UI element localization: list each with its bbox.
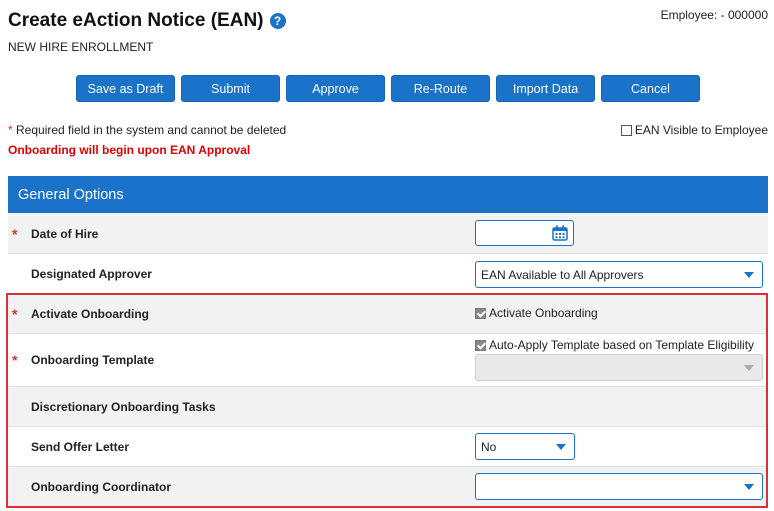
page-title-text: Create eAction Notice (EAN) <box>8 10 264 31</box>
date-of-hire-input[interactable] <box>475 220 574 246</box>
ean-visible-label: EAN Visible to Employee <box>634 123 768 137</box>
row-designated-approver: Designated Approver EAN Available to All… <box>8 254 768 294</box>
auto-apply-template-checkbox[interactable]: Auto-Apply Template based on Template El… <box>475 338 754 352</box>
activate-onboarding-checkbox[interactable]: Activate Onboarding <box>475 306 598 320</box>
row-discretionary-tasks: Discretionary Onboarding Tasks <box>8 387 768 427</box>
chevron-down-icon[interactable] <box>556 444 566 450</box>
discretionary-tasks-label: Discretionary Onboarding Tasks <box>31 400 216 414</box>
chevron-down-icon[interactable] <box>744 484 754 490</box>
required-field-note: * Required field in the system and canno… <box>8 123 286 137</box>
onboarding-template-select[interactable] <box>475 354 763 381</box>
re-route-button[interactable]: Re-Route <box>391 75 490 102</box>
activate-onboarding-label: Activate Onboarding <box>31 307 150 321</box>
checkbox-icon[interactable] <box>475 339 486 351</box>
approve-button[interactable]: Approve <box>286 75 385 102</box>
chevron-down-icon[interactable] <box>744 365 754 371</box>
date-of-hire-label: Date of Hire <box>31 227 99 241</box>
row-activate-onboarding: * Activate Onboarding Activate Onboardin… <box>8 294 768 334</box>
designated-approver-value: EAN Available to All Approvers <box>481 267 644 282</box>
save-as-draft-button[interactable]: Save as Draft <box>76 75 175 102</box>
required-star: * <box>12 306 18 322</box>
onboarding-coordinator-select[interactable] <box>475 473 763 500</box>
designated-approver-select[interactable]: EAN Available to All Approvers <box>475 261 763 288</box>
help-icon[interactable]: ? <box>269 13 286 29</box>
checkbox-icon[interactable] <box>475 307 486 319</box>
checkbox-icon[interactable] <box>620 124 632 136</box>
ean-visible-checkbox[interactable]: EAN Visible to Employee <box>620 123 768 137</box>
page-title: Create eAction Notice (EAN) ? <box>8 10 286 32</box>
row-date-of-hire: * Date of Hire <box>8 213 768 254</box>
chevron-down-icon[interactable] <box>744 272 754 278</box>
onboarding-coordinator-label: Onboarding Coordinator <box>31 480 171 494</box>
action-toolbar: Save as Draft Submit Approve Re-Route Im… <box>76 75 700 102</box>
send-offer-letter-label: Send Offer Letter <box>31 440 130 454</box>
page-subtitle: NEW HIRE ENROLLMENT <box>8 40 154 54</box>
send-offer-letter-value: No <box>481 439 497 454</box>
row-onboarding-coordinator: Onboarding Coordinator <box>8 467 768 507</box>
activate-onboarding-checkbox-label: Activate Onboarding <box>489 306 598 320</box>
row-send-offer-letter: Send Offer Letter No <box>8 427 768 467</box>
onboarding-template-label: Onboarding Template <box>31 353 155 367</box>
calendar-icon[interactable] <box>552 225 568 246</box>
designated-approver-label: Designated Approver <box>31 267 152 281</box>
send-offer-letter-select[interactable]: No <box>475 433 575 460</box>
onboarding-warning: Onboarding will begin upon EAN Approval <box>8 143 251 157</box>
submit-button[interactable]: Submit <box>181 75 280 102</box>
row-onboarding-template: * Onboarding Template Auto-Apply Templat… <box>8 334 768 387</box>
required-note-text: Required field in the system and cannot … <box>12 123 287 137</box>
cancel-button[interactable]: Cancel <box>601 75 700 102</box>
required-star: * <box>12 352 18 368</box>
employee-id: Employee: - 000000 <box>660 8 768 22</box>
general-options-header[interactable]: General Options <box>8 176 768 213</box>
import-data-button[interactable]: Import Data <box>496 75 595 102</box>
auto-apply-template-label: Auto-Apply Template based on Template El… <box>489 338 755 352</box>
required-star: * <box>12 226 18 242</box>
